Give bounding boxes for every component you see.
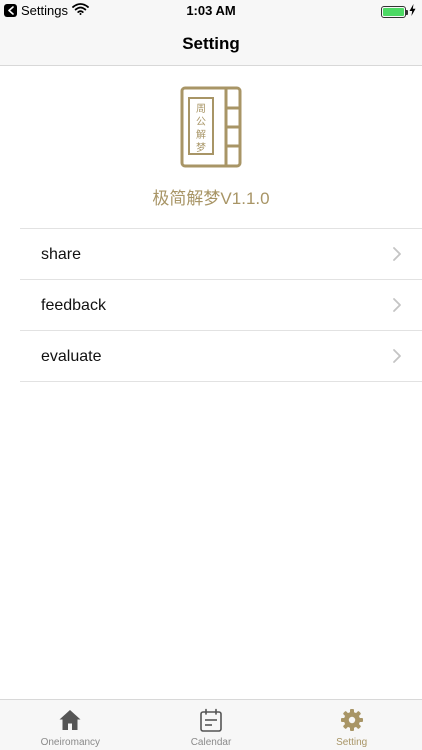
menu-item-evaluate[interactable]: evaluate xyxy=(20,331,422,382)
navigation-bar: Setting xyxy=(0,22,422,66)
status-time: 1:03 AM xyxy=(186,3,236,18)
tab-calendar[interactable]: Calendar xyxy=(141,700,282,750)
app-logo-icon: 周 公 解 梦 xyxy=(180,86,242,168)
logo-char-1: 周 xyxy=(196,103,206,115)
battery-fill xyxy=(383,7,404,16)
menu-item-label: evaluate xyxy=(41,348,102,365)
calendar-icon xyxy=(200,708,222,732)
menu-item-share[interactable]: share xyxy=(20,229,422,280)
status-right xyxy=(381,4,416,19)
home-icon xyxy=(59,710,81,730)
menu-item-label: share xyxy=(41,246,82,263)
tab-label: Calendar xyxy=(190,737,232,748)
tab-bar: Oneiromancy Calendar Setting xyxy=(0,699,422,750)
menu-item-feedback[interactable]: feedback xyxy=(20,280,422,331)
page-title: Setting xyxy=(182,34,240,53)
battery-cap xyxy=(406,9,408,15)
charging-bolt-icon xyxy=(409,4,416,19)
chevron-right-icon xyxy=(393,298,401,312)
tab-oneiromancy[interactable]: Oneiromancy xyxy=(0,700,141,750)
tab-setting[interactable]: Setting xyxy=(281,700,422,750)
logo-char-4: 梦 xyxy=(196,142,206,154)
logo-char-3: 解 xyxy=(196,128,206,141)
tab-label: Setting xyxy=(336,737,368,748)
logo-char-2: 公 xyxy=(196,117,206,128)
tab-label: Oneiromancy xyxy=(40,737,101,748)
settings-menu: share feedback evaluate xyxy=(20,228,422,382)
chevron-right-icon xyxy=(393,349,401,363)
battery-icon xyxy=(381,5,408,18)
gear-icon xyxy=(340,709,363,731)
menu-item-label: feedback xyxy=(41,297,106,314)
chevron-right-icon xyxy=(393,247,401,261)
status-bar: Settings 1:03 AM xyxy=(0,0,422,22)
app-version-label: 极简解梦V1.1.0 xyxy=(152,189,270,208)
